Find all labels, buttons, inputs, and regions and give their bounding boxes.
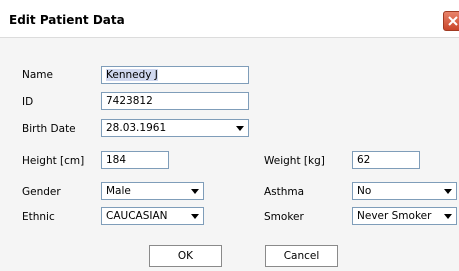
height-value: 184	[106, 154, 127, 166]
id-value: 7423812	[106, 95, 153, 107]
name-label: Name	[22, 69, 53, 81]
birth-date-value: 28.03.1961	[106, 122, 167, 134]
id-field[interactable]: 7423812	[101, 92, 249, 110]
ethnic-select[interactable]: CAUCASIAN	[101, 207, 204, 225]
gender-label: Gender	[22, 186, 61, 198]
title-bar: Edit Patient Data	[0, 0, 459, 38]
close-icon	[448, 16, 458, 26]
weight-field[interactable]: 62	[352, 151, 420, 169]
birth-date-picker[interactable]: 28.03.1961	[101, 119, 249, 137]
chevron-down-icon[interactable]	[441, 184, 455, 198]
close-button[interactable]	[443, 11, 459, 31]
ethnic-value: CAUCASIAN	[106, 210, 168, 222]
edit-patient-dialog: Edit Patient Data Name Kennedy J ID 7423…	[0, 0, 459, 271]
height-field[interactable]: 184	[101, 151, 169, 169]
gender-select[interactable]: Male	[101, 182, 204, 200]
smoker-label: Smoker	[264, 211, 304, 223]
gender-value: Male	[106, 185, 131, 197]
asthma-value: No	[357, 185, 372, 197]
chevron-down-icon[interactable]	[188, 184, 202, 198]
height-label: Height [cm]	[22, 155, 85, 167]
asthma-select[interactable]: No	[352, 182, 457, 200]
weight-value: 62	[357, 154, 371, 166]
name-field[interactable]: Kennedy J	[101, 66, 249, 84]
smoker-select[interactable]: Never Smoker	[352, 207, 457, 225]
smoker-value: Never Smoker	[357, 210, 432, 222]
birth-date-label: Birth Date	[22, 123, 76, 135]
chevron-down-icon[interactable]	[233, 121, 247, 135]
id-label: ID	[22, 96, 34, 108]
weight-label: Weight [kg]	[264, 155, 325, 167]
ethnic-label: Ethnic	[22, 211, 55, 223]
chevron-down-icon[interactable]	[441, 209, 455, 223]
chevron-down-icon[interactable]	[188, 209, 202, 223]
asthma-label: Asthma	[264, 186, 305, 198]
name-value: Kennedy J	[106, 69, 158, 81]
ok-button[interactable]: OK	[149, 245, 222, 267]
cancel-button[interactable]: Cancel	[265, 245, 338, 267]
dialog-title: Edit Patient Data	[9, 13, 125, 27]
